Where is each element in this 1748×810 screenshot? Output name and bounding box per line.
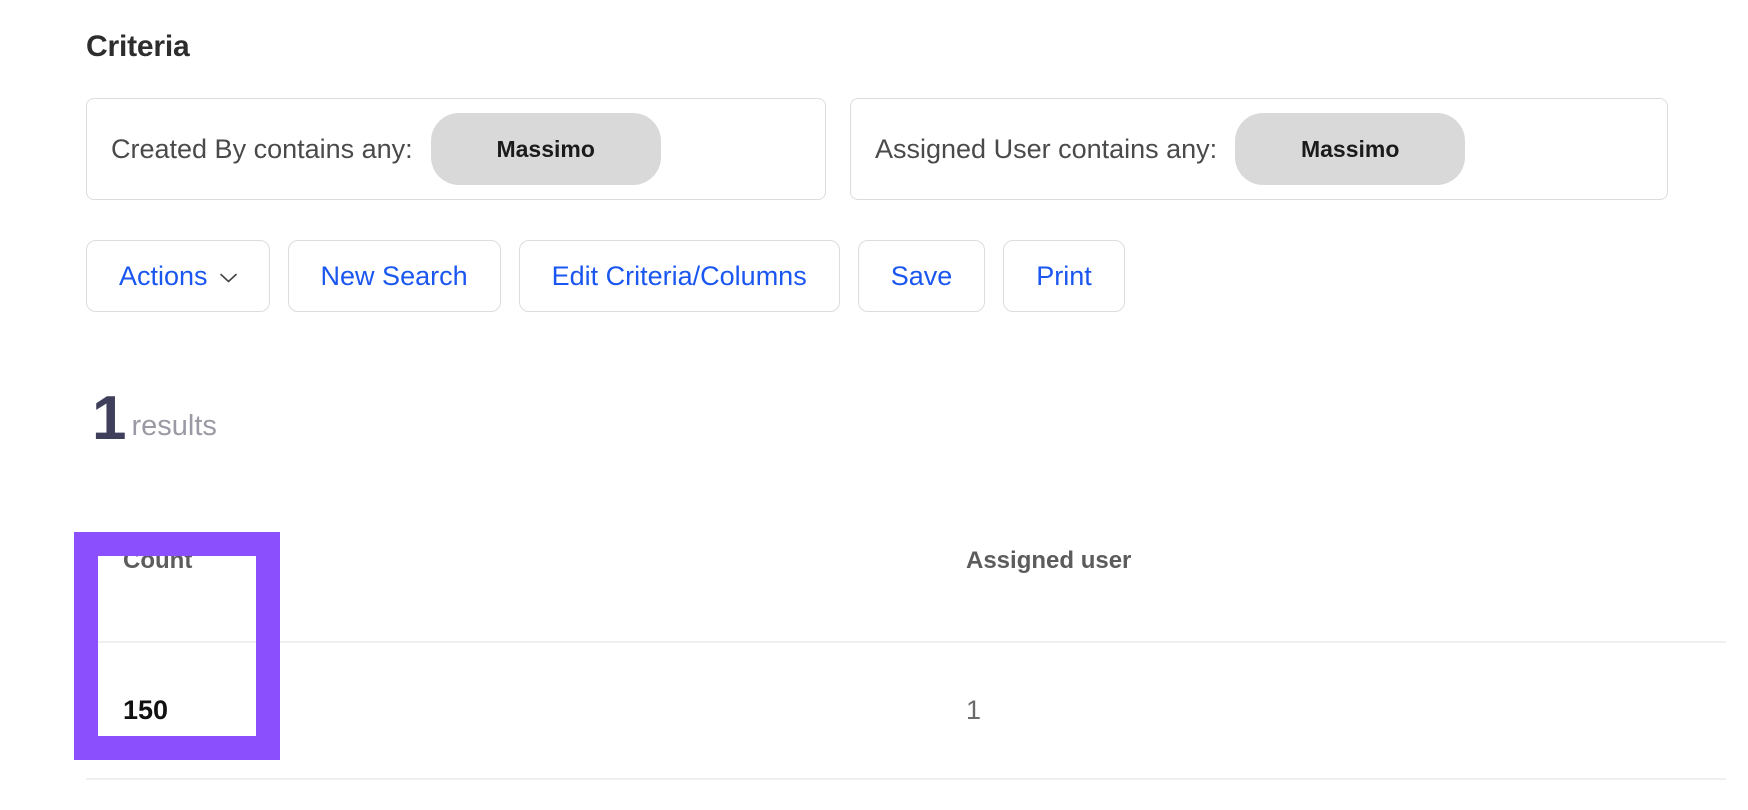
cell-value-count: 150 (123, 695, 169, 725)
table-cell-count: 150 (86, 695, 266, 726)
edit-criteria-columns-button-label: Edit Criteria/Columns (551, 260, 807, 291)
criteria-filter-assigned-user[interactable]: Assigned User contains any: Massimo (850, 98, 1668, 200)
actions-button-label: Actions (119, 260, 208, 291)
column-header-label: Count (123, 547, 193, 574)
print-button-label: Print (1036, 260, 1092, 291)
save-button[interactable]: Save (857, 240, 986, 312)
criteria-filter-label: Created By contains any: (111, 133, 413, 164)
actions-button[interactable]: Actions (86, 240, 270, 312)
save-button-label: Save (890, 260, 953, 291)
new-search-button[interactable]: New Search (287, 240, 501, 312)
table-row[interactable]: 150 1 (86, 643, 1726, 780)
results-summary: 1 results (92, 384, 217, 453)
print-button[interactable]: Print (1003, 240, 1125, 312)
criteria-filter-created-by[interactable]: Created By contains any: Massimo (86, 98, 826, 200)
search-results-page: Criteria Created By contains any: Massim… (0, 0, 1748, 810)
chevron-down-icon (219, 273, 237, 283)
criteria-filter-label: Assigned User contains any: (875, 133, 1218, 164)
cell-value-assigned-user: 1 (966, 695, 982, 725)
results-table: Count Assigned user 150 1 (86, 533, 1726, 780)
table-header-row: Count Assigned user (86, 533, 1726, 643)
table-header-cell-count[interactable]: Count (86, 533, 266, 575)
results-count: 1 (92, 384, 126, 453)
new-search-button-label: New Search (320, 260, 468, 291)
toolbar: Actions New Search Edit Criteria/Columns… (86, 240, 1125, 312)
column-header-label: Assigned user (966, 547, 1132, 574)
table-header-cell-assigned-user[interactable]: Assigned user (966, 533, 1366, 575)
criteria-filter-value-chip[interactable]: Massimo (1235, 113, 1466, 185)
results-label: results (131, 409, 217, 442)
edit-criteria-columns-button[interactable]: Edit Criteria/Columns (518, 240, 840, 312)
criteria-filters: Created By contains any: Massimo Assigne… (86, 98, 1668, 200)
table-cell-assigned-user: 1 (966, 695, 1366, 726)
page-title: Criteria (86, 30, 190, 63)
criteria-filter-value-chip[interactable]: Massimo (430, 113, 661, 185)
